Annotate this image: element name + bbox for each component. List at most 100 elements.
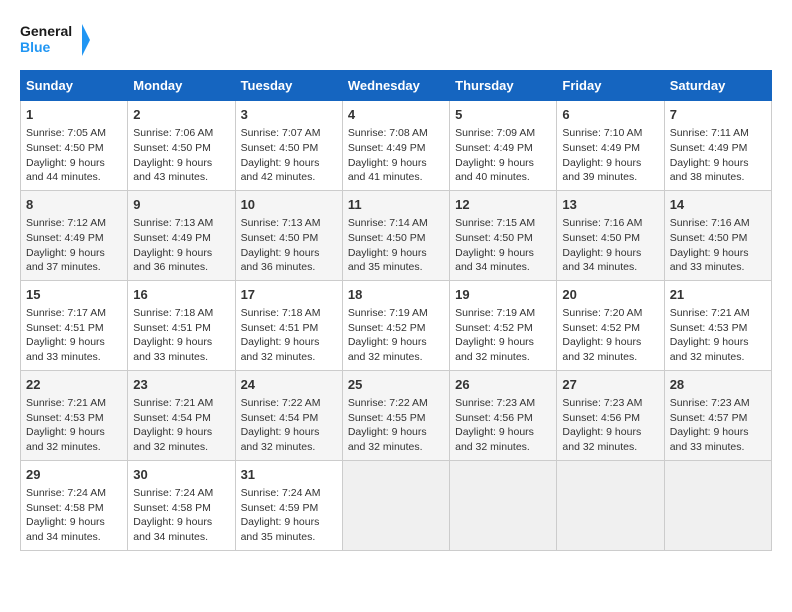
column-header-monday: Monday	[128, 71, 235, 101]
day-info: Sunrise: 7:13 AM Sunset: 4:50 PM Dayligh…	[241, 216, 337, 275]
day-number: 25	[348, 376, 444, 394]
logo-svg: General Blue	[20, 20, 90, 60]
page-wrapper: General Blue SundayMondayTuesdayWednesda…	[20, 20, 772, 551]
day-number: 5	[455, 106, 551, 124]
day-number: 28	[670, 376, 766, 394]
svg-text:Blue: Blue	[20, 39, 51, 55]
day-number: 20	[562, 286, 658, 304]
calendar-cell: 31 Sunrise: 7:24 AM Sunset: 4:59 PM Dayli…	[235, 460, 342, 550]
day-info: Sunrise: 7:17 AM Sunset: 4:51 PM Dayligh…	[26, 306, 122, 365]
day-info: Sunrise: 7:06 AM Sunset: 4:50 PM Dayligh…	[133, 126, 229, 185]
day-info: Sunrise: 7:05 AM Sunset: 4:50 PM Dayligh…	[26, 126, 122, 185]
calendar-cell: 6Sunrise: 7:10 AM Sunset: 4:49 PM Daylig…	[557, 101, 664, 191]
calendar-cell: 26 Sunrise: 7:23 AM Sunset: 4:56 PM Dayli…	[450, 370, 557, 460]
calendar-cell	[664, 460, 771, 550]
logo: General Blue	[20, 20, 90, 60]
calendar-cell	[342, 460, 449, 550]
day-number: 10	[241, 196, 337, 214]
day-number: 23	[133, 376, 229, 394]
day-number: 13	[562, 196, 658, 214]
day-number: 11	[348, 196, 444, 214]
week-row-1: 1 Sunrise: 7:05 AM Sunset: 4:50 PM Daylig…	[21, 101, 772, 191]
calendar-cell: 5 Sunrise: 7:09 AM Sunset: 4:49 PM Daylig…	[450, 101, 557, 191]
page-header: General Blue	[20, 20, 772, 60]
day-info: Sunrise: 7:16 AM Sunset: 4:50 PM Dayligh…	[670, 216, 766, 275]
day-number: 21	[670, 286, 766, 304]
day-number: 22	[26, 376, 122, 394]
day-number: 18	[348, 286, 444, 304]
day-info: Sunrise: 7:07 AM Sunset: 4:50 PM Dayligh…	[241, 126, 337, 185]
day-number: 2	[133, 106, 229, 124]
week-row-3: 15Sunrise: 7:17 AM Sunset: 4:51 PM Dayli…	[21, 280, 772, 370]
column-header-wednesday: Wednesday	[342, 71, 449, 101]
week-row-5: 29 Sunrise: 7:24 AM Sunset: 4:58 PM Dayli…	[21, 460, 772, 550]
calendar-cell: 1 Sunrise: 7:05 AM Sunset: 4:50 PM Daylig…	[21, 101, 128, 191]
day-info: Sunrise: 7:21 AM Sunset: 4:54 PM Dayligh…	[133, 396, 229, 455]
calendar-cell: 11 Sunrise: 7:14 AM Sunset: 4:50 PM Dayli…	[342, 190, 449, 280]
calendar-cell: 28 Sunrise: 7:23 AM Sunset: 4:57 PM Dayli…	[664, 370, 771, 460]
day-number: 17	[241, 286, 337, 304]
calendar-cell	[450, 460, 557, 550]
day-info: Sunrise: 7:18 AM Sunset: 4:51 PM Dayligh…	[133, 306, 229, 365]
day-number: 24	[241, 376, 337, 394]
calendar-table: SundayMondayTuesdayWednesdayThursdayFrid…	[20, 70, 772, 551]
day-number: 9	[133, 196, 229, 214]
day-info: Sunrise: 7:14 AM Sunset: 4:50 PM Dayligh…	[348, 216, 444, 275]
day-info: Sunrise: 7:15 AM Sunset: 4:50 PM Dayligh…	[455, 216, 551, 275]
day-info: Sunrise: 7:24 AM Sunset: 4:59 PM Dayligh…	[241, 486, 337, 545]
calendar-cell: 20 Sunrise: 7:20 AM Sunset: 4:52 PM Dayli…	[557, 280, 664, 370]
day-number: 3	[241, 106, 337, 124]
day-info: Sunrise: 7:10 AM Sunset: 4:49 PM Dayligh…	[562, 126, 658, 185]
day-number: 29	[26, 466, 122, 484]
day-number: 30	[133, 466, 229, 484]
calendar-cell: 25Sunrise: 7:22 AM Sunset: 4:55 PM Dayli…	[342, 370, 449, 460]
day-number: 4	[348, 106, 444, 124]
calendar-cell: 10 Sunrise: 7:13 AM Sunset: 4:50 PM Dayli…	[235, 190, 342, 280]
day-info: Sunrise: 7:21 AM Sunset: 4:53 PM Dayligh…	[26, 396, 122, 455]
day-info: Sunrise: 7:16 AM Sunset: 4:50 PM Dayligh…	[562, 216, 658, 275]
day-info: Sunrise: 7:24 AM Sunset: 4:58 PM Dayligh…	[26, 486, 122, 545]
day-info: Sunrise: 7:24 AM Sunset: 4:58 PM Dayligh…	[133, 486, 229, 545]
column-header-friday: Friday	[557, 71, 664, 101]
calendar-cell: 17 Sunrise: 7:18 AM Sunset: 4:51 PM Dayli…	[235, 280, 342, 370]
day-info: Sunrise: 7:19 AM Sunset: 4:52 PM Dayligh…	[455, 306, 551, 365]
day-number: 27	[562, 376, 658, 394]
week-row-4: 22 Sunrise: 7:21 AM Sunset: 4:53 PM Dayli…	[21, 370, 772, 460]
column-header-thursday: Thursday	[450, 71, 557, 101]
calendar-cell: 7Sunrise: 7:11 AM Sunset: 4:49 PM Daylig…	[664, 101, 771, 191]
day-info: Sunrise: 7:23 AM Sunset: 4:57 PM Dayligh…	[670, 396, 766, 455]
calendar-cell: 4Sunrise: 7:08 AM Sunset: 4:49 PM Daylig…	[342, 101, 449, 191]
column-header-tuesday: Tuesday	[235, 71, 342, 101]
svg-text:General: General	[20, 23, 72, 39]
day-number: 14	[670, 196, 766, 214]
day-info: Sunrise: 7:09 AM Sunset: 4:49 PM Dayligh…	[455, 126, 551, 185]
calendar-body: 1 Sunrise: 7:05 AM Sunset: 4:50 PM Daylig…	[21, 101, 772, 551]
calendar-cell: 8Sunrise: 7:12 AM Sunset: 4:49 PM Daylig…	[21, 190, 128, 280]
calendar-cell: 21 Sunrise: 7:21 AM Sunset: 4:53 PM Dayli…	[664, 280, 771, 370]
day-number: 1	[26, 106, 122, 124]
calendar-cell: 13 Sunrise: 7:16 AM Sunset: 4:50 PM Dayli…	[557, 190, 664, 280]
calendar-cell: 12Sunrise: 7:15 AM Sunset: 4:50 PM Dayli…	[450, 190, 557, 280]
calendar-cell: 14 Sunrise: 7:16 AM Sunset: 4:50 PM Dayli…	[664, 190, 771, 280]
calendar-cell: 2 Sunrise: 7:06 AM Sunset: 4:50 PM Daylig…	[128, 101, 235, 191]
calendar-cell: 3 Sunrise: 7:07 AM Sunset: 4:50 PM Daylig…	[235, 101, 342, 191]
day-number: 31	[241, 466, 337, 484]
calendar-cell: 29 Sunrise: 7:24 AM Sunset: 4:58 PM Dayli…	[21, 460, 128, 550]
day-info: Sunrise: 7:20 AM Sunset: 4:52 PM Dayligh…	[562, 306, 658, 365]
day-info: Sunrise: 7:18 AM Sunset: 4:51 PM Dayligh…	[241, 306, 337, 365]
day-number: 19	[455, 286, 551, 304]
day-info: Sunrise: 7:21 AM Sunset: 4:53 PM Dayligh…	[670, 306, 766, 365]
day-info: Sunrise: 7:23 AM Sunset: 4:56 PM Dayligh…	[455, 396, 551, 455]
calendar-cell	[557, 460, 664, 550]
calendar-cell: 27Sunrise: 7:23 AM Sunset: 4:56 PM Dayli…	[557, 370, 664, 460]
calendar-cell: 24Sunrise: 7:22 AM Sunset: 4:54 PM Dayli…	[235, 370, 342, 460]
day-number: 8	[26, 196, 122, 214]
calendar-cell: 19 Sunrise: 7:19 AM Sunset: 4:52 PM Dayli…	[450, 280, 557, 370]
calendar-cell: 15Sunrise: 7:17 AM Sunset: 4:51 PM Dayli…	[21, 280, 128, 370]
day-number: 7	[670, 106, 766, 124]
column-header-saturday: Saturday	[664, 71, 771, 101]
calendar-cell: 9Sunrise: 7:13 AM Sunset: 4:49 PM Daylig…	[128, 190, 235, 280]
calendar-cell: 22 Sunrise: 7:21 AM Sunset: 4:53 PM Dayli…	[21, 370, 128, 460]
day-number: 26	[455, 376, 551, 394]
column-header-sunday: Sunday	[21, 71, 128, 101]
